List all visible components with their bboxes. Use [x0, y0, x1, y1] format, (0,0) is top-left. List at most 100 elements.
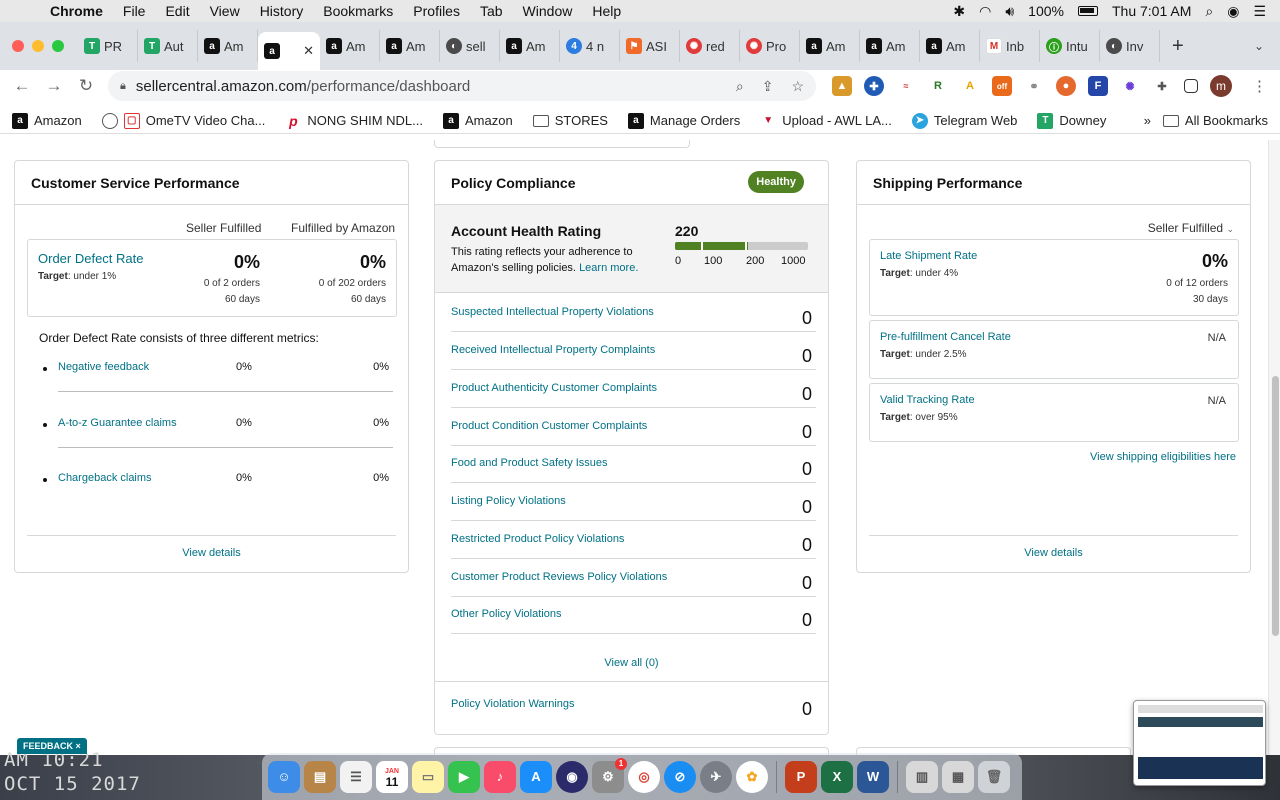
powerpoint-icon[interactable]: P	[785, 760, 817, 793]
bookmark-telegram[interactable]: ➤ Telegram Web	[900, 112, 1026, 129]
menu-file[interactable]: File	[113, 3, 156, 19]
browser-tab[interactable]: a Am	[198, 30, 258, 62]
battery-icon[interactable]	[1077, 6, 1098, 16]
back-button[interactable]: ←	[6, 76, 38, 96]
feedback-button[interactable]: FEEDBACK ×	[17, 738, 87, 754]
view-all-policies-link[interactable]: View all (0)	[435, 657, 828, 669]
browser-tab[interactable]: a Am	[860, 30, 920, 62]
browser-tab[interactable]: a Am	[920, 30, 980, 62]
menu-bookmarks[interactable]: Bookmarks	[313, 3, 403, 19]
facetime-icon[interactable]: ▶	[448, 760, 480, 793]
trash-icon[interactable]: 🗑︎	[978, 760, 1010, 793]
menu-app-name[interactable]: Chrome	[40, 3, 113, 19]
lock-icon[interactable]: 🔒︎	[120, 80, 126, 93]
safari-icon[interactable]: ⊘	[664, 760, 696, 793]
browser-tab[interactable]: ◐ sell	[440, 30, 500, 62]
menu-window[interactable]: Window	[513, 3, 583, 19]
extension-blue-icon[interactable]: ✚	[864, 76, 884, 96]
policy-link[interactable]: Customer Product Reviews Policy Violatio…	[451, 571, 667, 583]
extensions-puzzle-icon[interactable]: ✚	[1152, 76, 1172, 96]
menu-view[interactable]: View	[200, 3, 250, 19]
close-window-button[interactable]	[12, 40, 24, 52]
control-center-icon[interactable]: ☰	[1253, 3, 1266, 20]
browser-tab[interactable]: ✺ red	[680, 30, 740, 62]
menu-help[interactable]: Help	[582, 3, 631, 19]
siri-dock-icon[interactable]: ◉	[556, 760, 588, 793]
all-bookmarks-button[interactable]: All Bookmarks	[1162, 113, 1280, 128]
reload-button[interactable]: ↻	[70, 76, 102, 96]
address-bar[interactable]: 🔒︎ sellercentral.amazon.com/performance/…	[108, 71, 816, 101]
photos-icon[interactable]: ✿	[736, 760, 768, 793]
browser-tab[interactable]: ✺ Pro	[740, 30, 800, 62]
bookmark-stores[interactable]: STORES	[521, 113, 616, 128]
sp-view-details-link[interactable]: View details	[857, 547, 1250, 559]
browser-tab[interactable]: a Am	[500, 30, 560, 62]
siri-icon[interactable]: ◉	[1227, 3, 1239, 20]
policy-link[interactable]: Restricted Product Policy Violations	[451, 533, 624, 545]
new-tab-button[interactable]: +	[1160, 35, 1196, 58]
policy-link[interactable]: Suspected Intellectual Property Violatio…	[451, 306, 654, 318]
forward-button[interactable]: →	[38, 76, 70, 96]
finder-icon[interactable]: ☺	[268, 760, 300, 793]
browser-tab[interactable]: a Am	[800, 30, 860, 62]
documents-folder-icon[interactable]: ▥	[906, 760, 938, 793]
launchpad-icon[interactable]: ✈	[700, 760, 732, 793]
bookmark-ometv[interactable]: ▢ OmeTV Video Cha...	[90, 112, 274, 129]
bookmark-amazon[interactable]: a Amazon	[0, 112, 90, 129]
page-scrollbar[interactable]	[1268, 140, 1280, 755]
menu-edit[interactable]: Edit	[155, 3, 199, 19]
policy-link[interactable]: Food and Product Safety Issues	[451, 457, 608, 469]
extension-orange-icon[interactable]: ●	[1056, 76, 1076, 96]
close-tab-icon[interactable]: ✕	[303, 43, 314, 59]
order-defect-rate-link[interactable]: Order Defect Rate	[38, 251, 144, 266]
menu-clock[interactable]: Thu 7:01 AM	[1112, 3, 1191, 19]
bookmark-downey[interactable]: T Downey	[1025, 112, 1114, 129]
bookmark-upload-awl[interactable]: ▼ Upload - AWL LA...	[748, 112, 900, 129]
screenshot-thumbnail[interactable]	[1133, 700, 1266, 786]
policy-link[interactable]: Product Condition Customer Complaints	[451, 420, 647, 432]
bookmark-nongshim[interactable]: p NONG SHIM NDL...	[273, 112, 431, 129]
browser-tab[interactable]: 44 n	[560, 30, 620, 62]
extension-yellow-icon[interactable]: A	[960, 76, 980, 96]
late-shipment-link[interactable]: Late Shipment Rate	[880, 250, 977, 262]
music-icon[interactable]: ♪	[484, 760, 516, 793]
downloads-folder-icon[interactable]: ▦	[942, 760, 974, 793]
profile-avatar[interactable]: m	[1210, 75, 1232, 97]
browser-tab[interactable]: M Inb	[980, 30, 1040, 62]
policy-link[interactable]: Received Intellectual Property Complaint…	[451, 344, 655, 356]
browser-tab[interactable]: ◐ Inv	[1100, 30, 1160, 62]
extension-off-icon[interactable]: off	[992, 76, 1012, 96]
battery-percent[interactable]: 100%	[1028, 3, 1064, 19]
fulfillment-selector[interactable]: Seller Fulfilled ⌄	[1148, 221, 1234, 235]
zoom-window-button[interactable]	[52, 40, 64, 52]
learn-more-link[interactable]: Learn more.	[579, 262, 638, 274]
browser-tab[interactable]: T Aut	[138, 30, 198, 62]
reminders-icon[interactable]: ☰	[340, 760, 372, 793]
extension-rs-icon[interactable]: R	[928, 76, 948, 96]
policy-link[interactable]: Other Policy Violations	[451, 608, 561, 620]
scrollbar-thumb[interactable]	[1272, 376, 1279, 636]
policy-link[interactable]: Listing Policy Violations	[451, 495, 566, 507]
app-store-icon[interactable]: A	[520, 760, 552, 793]
browser-tab[interactable]: a Am	[380, 30, 440, 62]
side-panel-icon[interactable]	[1184, 79, 1198, 93]
share-icon[interactable]: ⇪	[762, 78, 774, 95]
policy-warnings-link[interactable]: Policy Violation Warnings	[451, 698, 575, 710]
browser-tab[interactable]: ⓘ Intu	[1040, 30, 1100, 62]
chrome-icon[interactable]: ◎	[628, 760, 660, 793]
calendar-icon[interactable]: JAN 11	[376, 760, 408, 793]
excel-icon[interactable]: X	[821, 760, 853, 793]
browser-tab[interactable]: a ✕	[258, 32, 320, 70]
bookmark-manage-orders[interactable]: a Manage Orders	[616, 112, 748, 129]
extension-red-icon[interactable]: ≈	[896, 76, 916, 96]
chrome-menu-icon[interactable]: ⋮	[1244, 77, 1275, 95]
extension-link-icon[interactable]: ⚭	[1024, 76, 1044, 96]
metric-link[interactable]: A-to-z Guarantee claims	[58, 417, 177, 429]
menu-history[interactable]: History	[250, 3, 314, 19]
browser-tab[interactable]: T PR	[78, 30, 138, 62]
extension-honey-icon[interactable]: ▲	[832, 76, 852, 96]
cs-view-details-link[interactable]: View details	[15, 547, 408, 559]
system-preferences-icon[interactable]: ⚙ 1	[592, 757, 627, 793]
policy-link[interactable]: Product Authenticity Customer Complaints	[451, 382, 657, 394]
menu-tab[interactable]: Tab	[470, 3, 513, 19]
